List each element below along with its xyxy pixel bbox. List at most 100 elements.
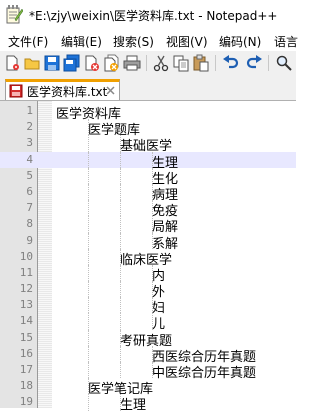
- editor-line[interactable]: 15 考研真题: [0, 329, 296, 349]
- editor-line[interactable]: 10 临床医学: [0, 248, 296, 268]
- line-number: 18: [19, 379, 33, 393]
- editor-line[interactable]: 2 医学题库: [0, 119, 296, 138]
- menu-item[interactable]: 编辑(E): [61, 33, 102, 50]
- indent-guide: [88, 281, 89, 298]
- indent-guide: [88, 183, 89, 201]
- line-number: 13: [19, 298, 33, 312]
- copy-icon[interactable]: [172, 54, 190, 72]
- line-number: 11: [19, 265, 33, 279]
- indent-guide: [88, 264, 89, 282]
- indent-guide: [120, 200, 121, 217]
- toolbar-separator: [215, 55, 216, 71]
- line-number: 19: [19, 395, 33, 409]
- editor-line[interactable]: 16 西医综合历年真题: [0, 345, 296, 365]
- title-bar: *E:\zjy\weixin\医学资料库.txt - Notepad++: [0, 0, 296, 30]
- indent-guide: [120, 281, 121, 298]
- line-number: 2: [26, 120, 33, 134]
- toolbar-separator: [268, 55, 269, 71]
- indent-guide: [88, 248, 89, 265]
- line-number: 15: [19, 330, 33, 344]
- redo-icon[interactable]: [245, 54, 263, 72]
- unsaved-file-icon: [9, 84, 23, 98]
- editor-line[interactable]: 6 病理: [0, 183, 296, 203]
- editor-line[interactable]: 12 外: [0, 281, 296, 300]
- editor-line[interactable]: 13 妇: [0, 297, 296, 316]
- line-number: 16: [19, 346, 33, 360]
- indent-guide: [88, 362, 89, 379]
- tab-document[interactable]: 医学资料库.txt: [5, 79, 120, 100]
- indent-guide: [88, 167, 89, 184]
- print-icon[interactable]: [123, 54, 141, 72]
- save-icon[interactable]: [43, 54, 61, 72]
- line-number: 6: [26, 184, 33, 198]
- toolbar-separator: [146, 55, 147, 71]
- menu-item[interactable]: 搜索(S): [113, 33, 154, 50]
- text-editor[interactable]: 1 医学资料库 2 医学题库 3 基础医学 4 生理 5 生化 6 病理 7 免疫 8 局解 9 系解 10 临床医学…: [0, 100, 296, 413]
- line-number: 10: [19, 249, 33, 263]
- notepadpp-app-icon: [6, 5, 23, 24]
- line-number: 3: [26, 136, 33, 150]
- editor-line[interactable]: 19 生理: [0, 394, 296, 413]
- editor-lines: 1 医学资料库 2 医学题库 3 基础医学 4 生理 5 生化 6 病理 7 免疫 8 局解 9 系解 10 临床医学…: [0, 103, 296, 413]
- indent-guide: [120, 264, 121, 282]
- menu-item[interactable]: 语言: [274, 33, 298, 50]
- editor-line[interactable]: 11 内: [0, 264, 296, 284]
- save-all-icon[interactable]: [63, 54, 81, 72]
- window-title: *E:\zjy\weixin\医学资料库.txt - Notepad++: [29, 9, 278, 23]
- indent-guide: [88, 297, 89, 314]
- line-number: 14: [19, 314, 33, 328]
- new-file-icon[interactable]: [3, 54, 21, 72]
- menu-item[interactable]: 视图(V): [166, 33, 208, 50]
- cut-icon[interactable]: [152, 54, 170, 72]
- toolbar: [0, 50, 296, 75]
- close-all-icon[interactable]: [103, 54, 121, 72]
- editor-line[interactable]: 9 系解: [0, 232, 296, 252]
- indent-guide: [88, 216, 89, 233]
- editor-line[interactable]: 8 局解: [0, 216, 296, 235]
- indent-guide: [120, 362, 121, 379]
- find-icon[interactable]: [275, 54, 293, 72]
- open-file-icon[interactable]: [23, 54, 41, 72]
- tab-bar: 医学资料库.txt: [0, 75, 296, 100]
- line-number: 5: [26, 168, 33, 182]
- indent-guide: [120, 216, 121, 233]
- line-number: 4: [26, 152, 33, 166]
- indent-guide: [88, 135, 89, 152]
- paste-icon[interactable]: [192, 54, 210, 72]
- indent-guide: [88, 345, 89, 362]
- indent-guide: [88, 313, 89, 330]
- indent-guide: [120, 167, 121, 184]
- tab-label: 医学资料库.txt: [27, 85, 108, 99]
- editor-line[interactable]: 4 生理: [0, 151, 296, 171]
- indent-guide: [120, 151, 121, 168]
- line-number: 1: [26, 104, 33, 117]
- indent-guide: [120, 297, 121, 314]
- editor-line[interactable]: 5 生化: [0, 167, 296, 187]
- editor-line[interactable]: 18 医学笔记库: [0, 378, 296, 397]
- indent-guide: [120, 183, 121, 201]
- menu-item[interactable]: 编码(N): [219, 33, 261, 50]
- indent-guide: [88, 329, 89, 346]
- line-number: 7: [26, 201, 33, 215]
- editor-line[interactable]: 1 医学资料库: [0, 103, 296, 122]
- menu-item[interactable]: 文件(F): [8, 33, 48, 50]
- indent-guide: [88, 394, 89, 411]
- line-number: 17: [19, 363, 33, 376]
- editor-line[interactable]: 14 儿: [0, 313, 296, 332]
- close-tab-icon[interactable]: [105, 85, 116, 96]
- line-number: 9: [26, 233, 33, 247]
- indent-guide: [88, 200, 89, 217]
- indent-guide: [88, 232, 89, 249]
- editor-line[interactable]: 7 免疫: [0, 200, 296, 219]
- line-text: 生理: [120, 398, 147, 413]
- indent-guide: [88, 151, 89, 168]
- editor-line[interactable]: 17 中医综合历年真题: [0, 362, 296, 381]
- indent-guide: [120, 313, 121, 330]
- line-number: 8: [26, 217, 33, 231]
- editor-line[interactable]: 3 基础医学: [0, 135, 296, 154]
- line-number: 12: [19, 282, 33, 296]
- indent-guide: [120, 345, 121, 362]
- undo-icon[interactable]: [222, 54, 240, 72]
- indent-guide: [120, 232, 121, 249]
- close-file-icon[interactable]: [83, 54, 101, 72]
